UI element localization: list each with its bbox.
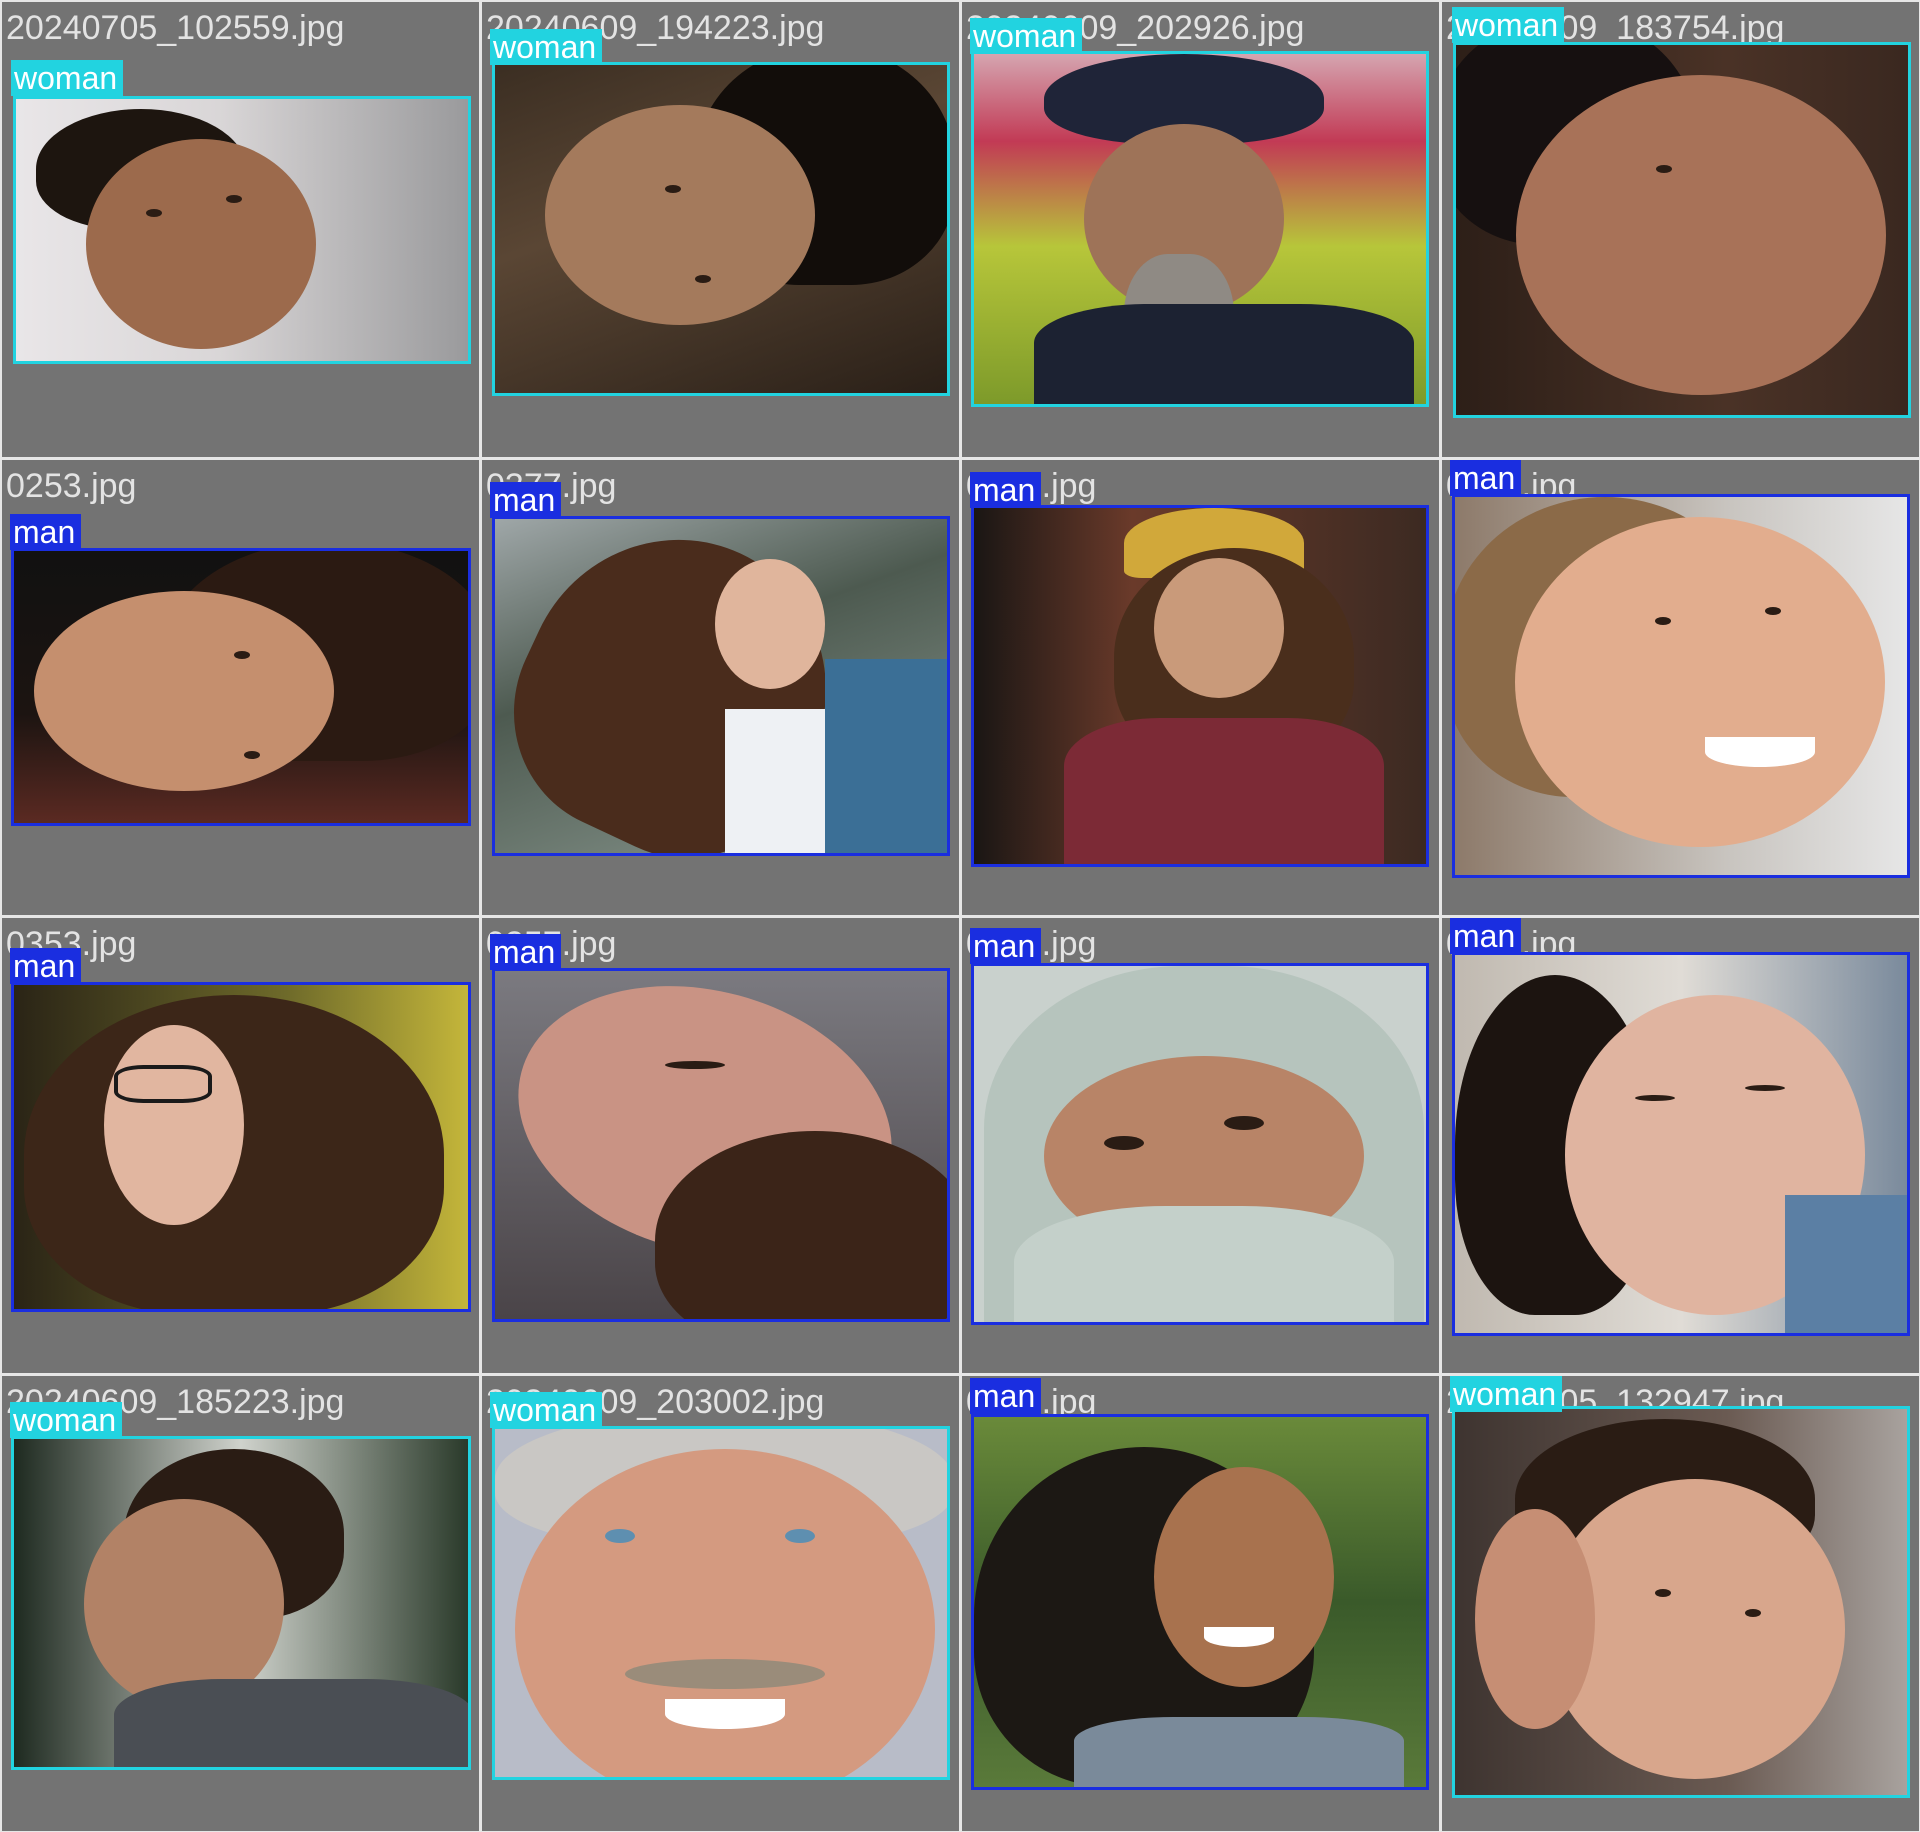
- class-label: man: [970, 472, 1042, 508]
- image-tile[interactable]: 20240609_183754.jpg woman: [1442, 2, 1919, 457]
- detection-box[interactable]: [971, 505, 1429, 867]
- detection-box[interactable]: [1452, 1406, 1910, 1798]
- class-label: man: [1450, 918, 1522, 954]
- image-tile[interactable]: 20240705_102559.jpg woman: [2, 2, 479, 457]
- image-tile[interactable]: 20240705_132947.jpg woman: [1442, 1376, 1919, 1831]
- detection-box[interactable]: [492, 516, 950, 856]
- image-tile[interactable]: 0142.jpg man: [962, 1376, 1439, 1831]
- image-tile[interactable]: 20240609_194223.jpg woman: [482, 2, 959, 457]
- class-label: woman: [1452, 7, 1565, 43]
- class-label: man: [10, 948, 82, 984]
- detection-box[interactable]: [13, 96, 471, 364]
- detection-box[interactable]: [11, 1436, 471, 1770]
- image-tile[interactable]: 0136.jpg man: [962, 460, 1439, 915]
- image-tile[interactable]: 0353.jpg man: [2, 918, 479, 1373]
- class-label: woman: [11, 60, 124, 96]
- detection-box[interactable]: [971, 51, 1429, 407]
- image-tile[interactable]: 0377.jpg man: [482, 460, 959, 915]
- class-label: woman: [970, 18, 1083, 54]
- image-tile[interactable]: 20240609_185223.jpg woman: [2, 1376, 479, 1831]
- class-label: man: [1450, 460, 1522, 496]
- image-tile[interactable]: 0129.jpg man: [1442, 460, 1919, 915]
- class-label: man: [490, 934, 562, 970]
- detection-box[interactable]: [971, 963, 1429, 1325]
- detection-box[interactable]: [11, 982, 471, 1312]
- detection-box[interactable]: [1452, 494, 1910, 878]
- image-tile[interactable]: 20240609_203002.jpg woman: [482, 1376, 959, 1831]
- image-tile[interactable]: 0257.jpg man: [482, 918, 959, 1373]
- image-tile[interactable]: 20240609_202926.jpg woman: [962, 2, 1439, 457]
- image-tile[interactable]: 0181.jpg man: [962, 918, 1439, 1373]
- detection-box[interactable]: [492, 1426, 950, 1780]
- detection-grid: 20240705_102559.jpg woman 20240609_19422…: [0, 0, 1920, 1832]
- image-tile[interactable]: 0164.jpg man: [1442, 918, 1919, 1373]
- class-label: man: [10, 514, 82, 550]
- class-label: woman: [490, 29, 603, 65]
- detection-box[interactable]: [971, 1414, 1429, 1790]
- class-label: woman: [10, 1402, 123, 1438]
- detection-box[interactable]: [11, 548, 471, 826]
- detection-box[interactable]: [492, 968, 950, 1322]
- class-label: woman: [490, 1392, 603, 1428]
- detection-box[interactable]: [1453, 42, 1911, 418]
- class-label: man: [970, 928, 1042, 964]
- class-label: woman: [1450, 1376, 1563, 1412]
- detection-box[interactable]: [1452, 952, 1910, 1336]
- detection-box[interactable]: [492, 62, 950, 396]
- image-tile[interactable]: 0253.jpg man: [2, 460, 479, 915]
- class-label: man: [490, 482, 562, 518]
- class-label: man: [970, 1378, 1042, 1414]
- tile-filename: 0253.jpg: [6, 467, 137, 505]
- tile-filename: 20240705_102559.jpg: [6, 9, 345, 47]
